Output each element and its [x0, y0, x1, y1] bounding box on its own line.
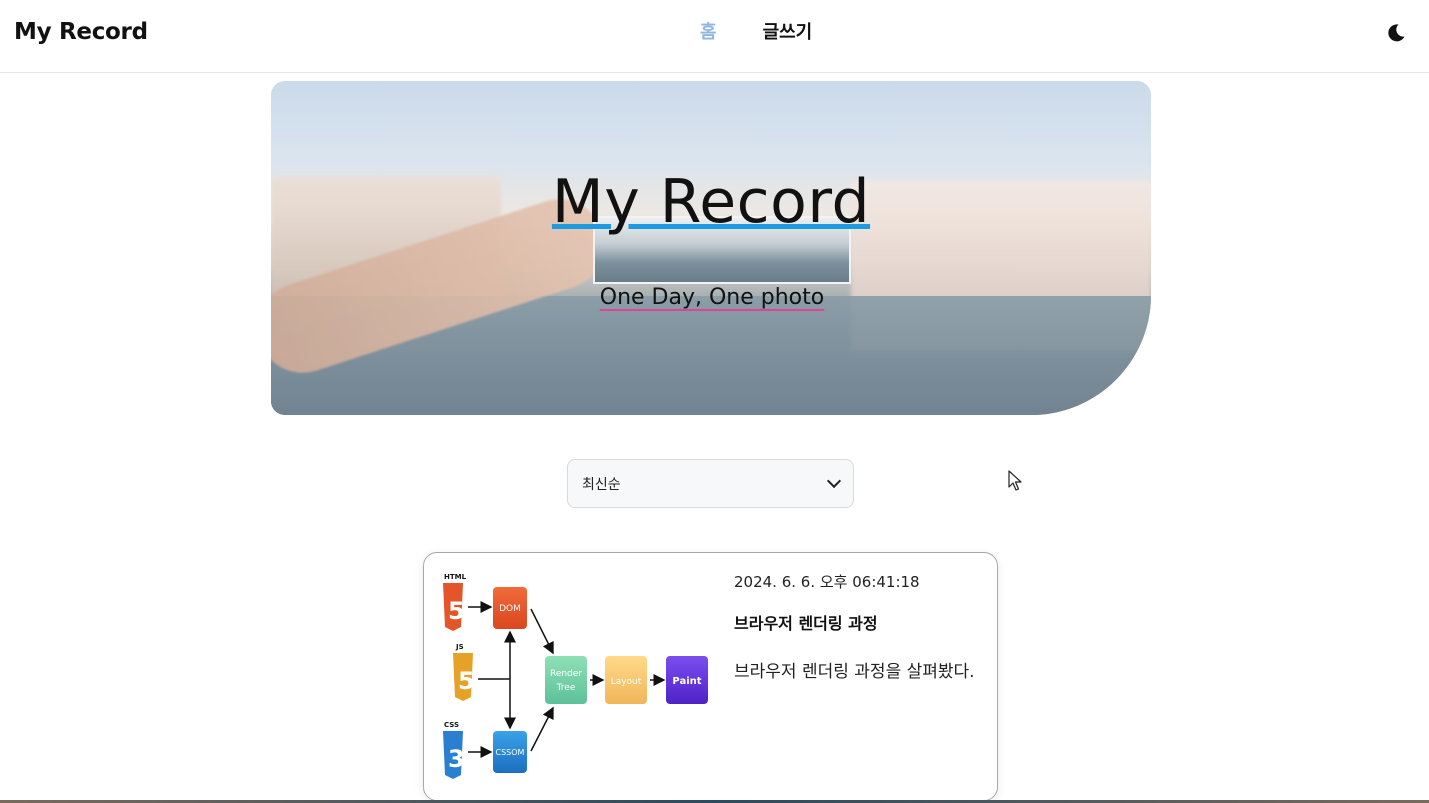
hero-subtitle: One Day, One photo — [599, 285, 825, 310]
diagram-render-tree-box — [545, 656, 587, 704]
diagram-cssom-label: CSSOM — [496, 748, 525, 757]
chevron-down-icon — [826, 473, 842, 489]
moon-icon[interactable] — [1384, 21, 1408, 45]
post-meta: 2024. 6. 6. 오후 06:41:18 브라우저 렌더링 과정 브라우저… — [734, 571, 984, 685]
arrow-cssom-render — [530, 706, 554, 752]
diagram-paint-label: Paint — [672, 676, 701, 687]
main-nav: 홈 글쓰기 — [700, 18, 812, 44]
diagram-dom-label: DOM — [499, 604, 521, 614]
post-card[interactable]: HTML 5 JS 5 CSS 3 DOM CSSOM Render Tree … — [423, 552, 998, 801]
diagram-layout-label: Layout — [611, 677, 642, 687]
nav-write[interactable]: 글쓰기 — [763, 18, 813, 44]
hero-banner: My Record One Day, One photo — [271, 81, 1151, 415]
diagram-render-tree-label-2: Tree — [556, 683, 576, 693]
diagram-css-label: CSS — [444, 721, 459, 729]
app-header: My Record 홈 글쓰기 — [0, 0, 1429, 73]
diagram-css-badge: 3 — [448, 745, 465, 773]
diagram-js-badge: 5 — [458, 667, 475, 695]
diagram-render-tree-label-1: Render — [550, 669, 582, 679]
arrow-dom-render — [530, 608, 554, 655]
post-description: 브라우저 렌더링 과정을 살펴봤다. — [734, 662, 975, 682]
diagram-html-label: HTML — [444, 573, 467, 581]
hero-title: My Record — [551, 167, 871, 237]
post-thumbnail: HTML 5 JS 5 CSS 3 DOM CSSOM Render Tree … — [443, 573, 708, 779]
sort-select[interactable]: 최신순 — [567, 459, 854, 508]
diagram-js-label: JS — [455, 643, 464, 651]
brand-logo[interactable]: My Record — [14, 19, 148, 45]
diagram-html-badge: 5 — [448, 597, 465, 625]
mouse-cursor-icon — [1008, 470, 1022, 491]
nav-home[interactable]: 홈 — [700, 18, 717, 44]
hero-overlay — [271, 81, 1151, 415]
post-title[interactable]: 브라우저 렌더링 과정 — [734, 610, 984, 634]
sort-select-value: 최신순 — [582, 476, 621, 493]
post-date: 2024. 6. 6. 오후 06:41:18 — [734, 573, 920, 591]
